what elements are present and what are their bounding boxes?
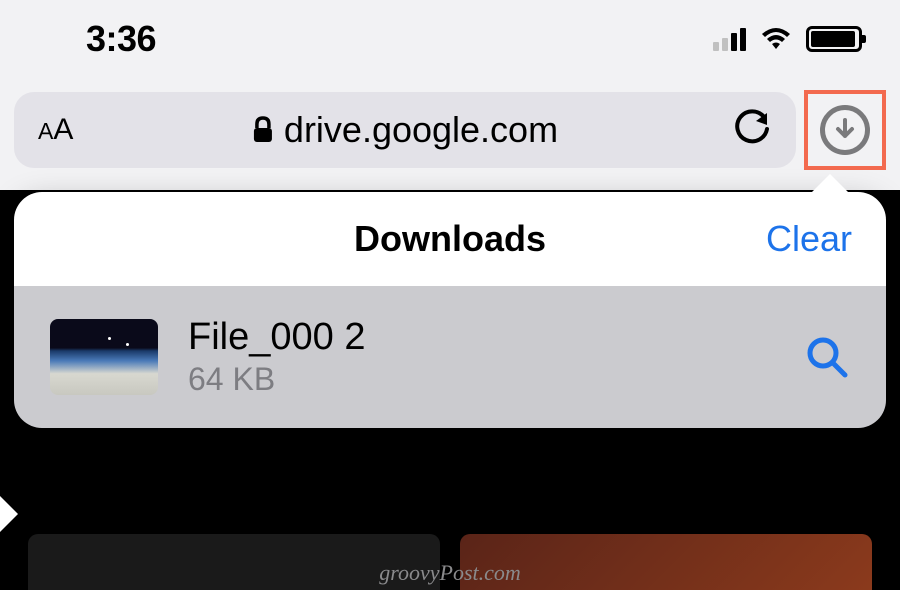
downloads-popup: Downloads Clear File_000 2 64 KB <box>14 192 886 428</box>
url-text: drive.google.com <box>284 109 558 151</box>
status-icons <box>713 26 862 52</box>
corner-indicator <box>0 496 18 532</box>
text-size-button[interactable]: AA <box>38 113 73 147</box>
content-area: Downloads Clear File_000 2 64 KB groovyP… <box>0 190 900 590</box>
status-time: 3:36 <box>86 18 156 60</box>
downloads-title: Downloads <box>354 218 546 260</box>
download-thumbnail <box>50 319 158 395</box>
address-bar[interactable]: AA drive.google.com <box>14 92 796 168</box>
file-size: 64 KB <box>188 361 774 398</box>
refresh-button[interactable] <box>734 109 772 151</box>
wifi-icon <box>758 26 794 52</box>
file-name: File_000 2 <box>188 316 774 359</box>
downloads-button[interactable] <box>820 105 870 155</box>
download-item[interactable]: File_000 2 64 KB <box>14 286 886 428</box>
lock-icon <box>252 116 274 149</box>
clear-button[interactable]: Clear <box>766 218 852 260</box>
downloads-header: Downloads Clear <box>14 192 886 286</box>
cellular-icon <box>713 27 746 51</box>
downloads-button-highlight <box>804 90 886 170</box>
status-bar: 3:36 <box>0 0 900 70</box>
file-info: File_000 2 64 KB <box>188 316 774 398</box>
search-icon[interactable] <box>804 334 850 380</box>
watermark: groovyPost.com <box>379 560 521 586</box>
battery-icon <box>806 26 862 52</box>
address-bar-row: AA drive.google.com <box>0 70 900 190</box>
